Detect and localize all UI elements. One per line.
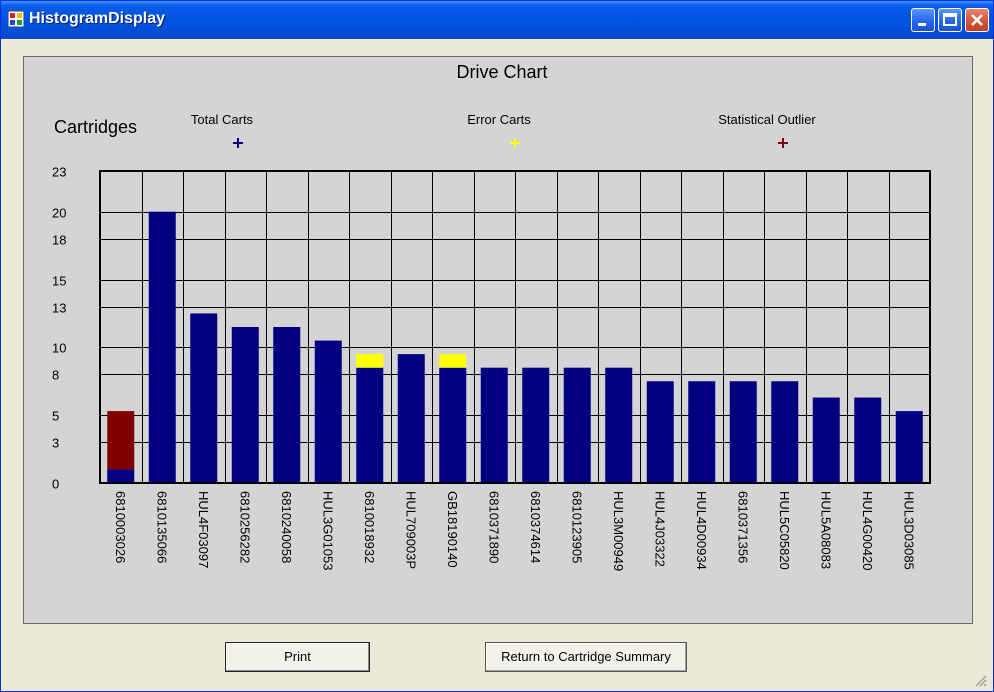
app-icon [8,11,24,27]
bar-total-carts [812,397,840,483]
y-tick-label: 18 [52,233,66,248]
bar-total-carts [646,381,674,483]
chart-title: Drive Chart [456,62,547,82]
resize-grip-icon[interactable] [973,673,987,687]
bar-total-carts [605,367,633,483]
x-tick-label: HUL4F03097 [196,491,211,568]
return-to-summary-button[interactable]: Return to Cartridge Summary [485,642,687,672]
histogram-window: HistogramDisplay Drive Chart Cartridges … [0,0,994,692]
x-tick-label: HUL4D00934 [694,491,709,570]
bar-total-carts [148,211,176,483]
y-tick-label: 20 [52,206,66,221]
x-tick-label: 6810240058 [279,491,294,563]
y-tick-label: 0 [52,477,59,492]
print-button[interactable]: Print [225,642,370,672]
x-tick-label: 6810123905 [569,491,584,563]
bar-statistical-outlier [107,411,135,470]
close-button[interactable] [965,8,989,32]
y-tick-label: 23 [52,165,66,180]
x-tick-label: 6810371356 [735,491,750,563]
bar-total-carts [854,397,882,483]
x-tick-label: HUL3D03085 [901,491,916,570]
y-tick-label: 15 [52,274,66,289]
x-tick-label: HUL4G00420 [860,491,875,571]
y-tick-label: 10 [52,341,66,356]
x-tick-label: 6810135066 [154,491,169,563]
maximize-button[interactable] [938,8,962,32]
close-icon [971,14,983,26]
bar-total-carts [356,367,384,483]
bar-total-carts [480,367,508,483]
legend-label: Total Carts [191,112,254,127]
bar-total-carts [522,367,550,483]
x-tick-label: 6810374614 [528,491,543,563]
y-tick-label: 3 [52,436,59,451]
x-tick-label: HUL4J03322 [652,491,667,567]
window-title: HistogramDisplay [29,10,166,27]
drive-chart: Drive Chart Cartridges Total Carts Error … [52,62,931,571]
y-axis-label: Cartridges [54,117,137,137]
x-tick-label: HUL3M00949 [611,491,626,571]
chart-legend: Total Carts Error Carts Statistical Outlie… [191,112,816,148]
y-tick-label: 8 [52,368,59,383]
minimize-button[interactable] [911,8,935,32]
x-tick-label: 6810256282 [237,491,252,563]
x-tick-label: HUL709003P [403,491,418,569]
x-tick-label: HUL3G01053 [320,491,335,571]
bar-total-carts [439,367,467,483]
maximize-icon [943,13,957,26]
legend-label: Statistical Outlier [718,112,816,127]
x-tick-label: HUL5A08083 [818,491,833,569]
legend-marker [233,138,243,148]
bar-total-carts [895,411,923,483]
x-tick-label: 6810018932 [362,491,377,563]
bar-total-carts [231,327,259,483]
plot-area: 0 3 5 8 10 13 15 18 20 23 6810003026 6810135066 HUL4… [52,165,931,571]
bar-total-carts [771,381,799,483]
bar-error-carts [439,354,467,368]
bar-error-carts [356,354,384,368]
y-tick-label: 13 [52,301,66,316]
client-area: Drive Chart Cartridges Total Carts Error … [5,39,989,689]
x-tick-label: HUL5C05820 [777,491,792,570]
bar-total-carts [729,381,757,483]
y-tick-label: 5 [52,409,59,424]
bar-total-carts [397,354,425,483]
title-bar[interactable]: HistogramDisplay [1,1,993,39]
bar-total-carts [314,340,342,483]
bar-total-carts [563,367,591,483]
x-tick-label: GB18190140 [445,491,460,568]
legend-label: Error Carts [467,112,531,127]
bar-total-carts [107,469,135,483]
x-tick-label: 6810003026 [113,491,128,563]
bar-total-carts [688,381,716,483]
legend-marker [510,138,520,148]
minimize-icon [918,23,926,26]
legend-marker [778,138,788,148]
x-tick-label: 6810371890 [486,491,501,563]
chart-panel: Drive Chart Cartridges Total Carts Error … [23,56,973,624]
bar-total-carts [273,327,301,483]
bar-total-carts [190,313,218,483]
